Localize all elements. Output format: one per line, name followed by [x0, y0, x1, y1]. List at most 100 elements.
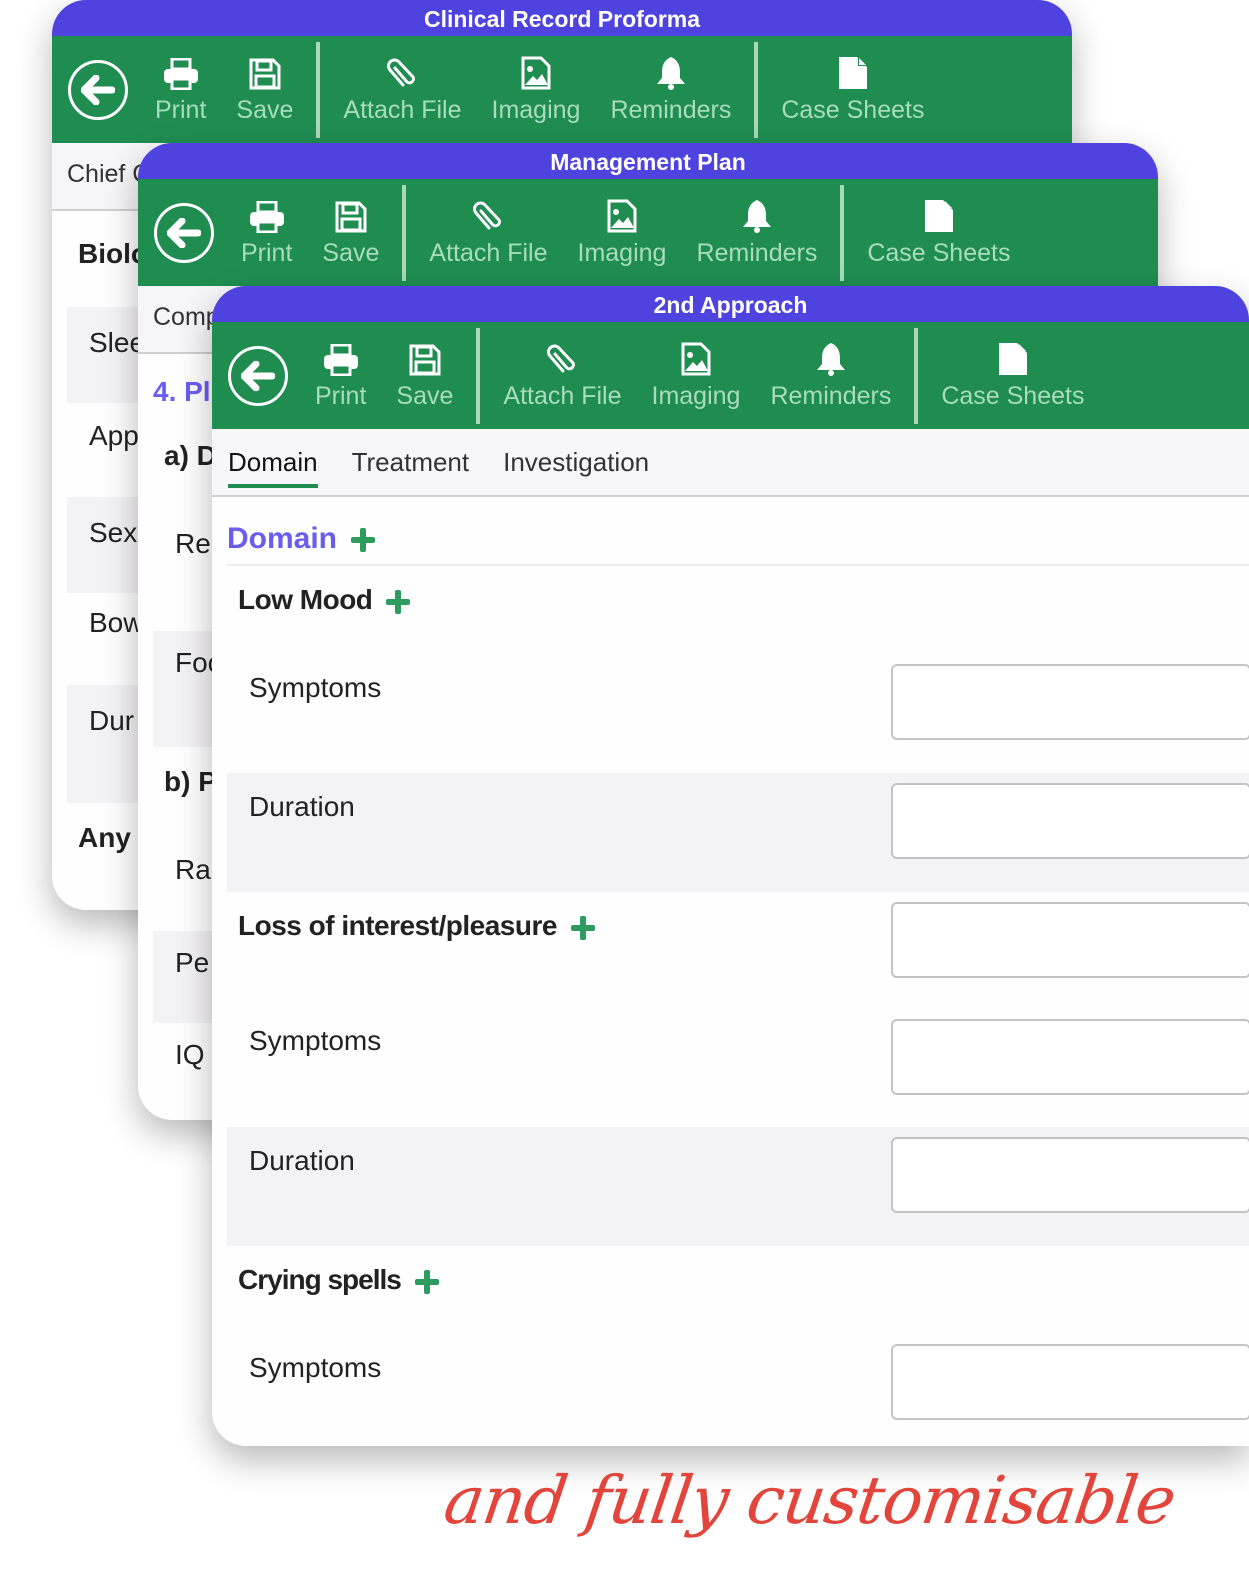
field-label: Symptoms: [249, 672, 382, 703]
back-button[interactable]: [228, 345, 288, 406]
save-label: Save: [322, 239, 380, 267]
case-sheets-button[interactable]: Case Sheets: [852, 197, 1025, 268]
arrow-left-icon: [81, 74, 115, 105]
imaging-button[interactable]: Imaging: [563, 197, 682, 268]
imaging-button[interactable]: Imaging: [637, 340, 756, 411]
imaging-label: Imaging: [577, 239, 667, 267]
reminders-label: Reminders: [770, 382, 892, 410]
print-label: Print: [155, 96, 207, 124]
imaging-label: Imaging: [651, 382, 741, 410]
field-label: Symptoms: [249, 1025, 382, 1056]
document-icon: [838, 57, 867, 89]
attach-file-button[interactable]: Attach File: [488, 340, 636, 411]
duration-input[interactable]: [891, 783, 1249, 859]
add-low-mood-button[interactable]: [386, 589, 411, 614]
symptoms-input[interactable]: [891, 664, 1249, 740]
toolbar: Print Save Attach File Imaging Reminders…: [52, 36, 1072, 143]
panel-2nd-approach: 2nd Approach Print Save Attach File Imag…: [212, 286, 1249, 1446]
print-button[interactable]: Print: [300, 340, 381, 411]
print-button[interactable]: Print: [226, 197, 307, 268]
symptoms-input[interactable]: [891, 1344, 1249, 1420]
arrow-left-icon: [167, 217, 201, 248]
tagline: and fully customisable: [439, 1462, 1180, 1539]
section-title: 4. Pl: [153, 376, 211, 407]
row-label: Dur: [67, 685, 147, 803]
toolbar-separator: [914, 327, 919, 424]
case-sheets-button[interactable]: Case Sheets: [926, 340, 1099, 411]
add-loss-of-interest-button[interactable]: [570, 915, 595, 940]
save-label: Save: [396, 382, 454, 410]
tab-investigation[interactable]: Investigation: [503, 447, 649, 478]
row-label: Ra: [175, 854, 211, 885]
toolbar-separator: [840, 184, 845, 281]
attach-file-button[interactable]: Attach File: [328, 54, 476, 125]
tab-treatment[interactable]: Treatment: [352, 447, 470, 478]
row-text: Pe: [175, 947, 210, 978]
printer-icon: [323, 344, 358, 376]
row-label: IQ: [175, 1039, 205, 1070]
field-label: Duration: [249, 791, 355, 822]
panel-title: 2nd Approach: [212, 286, 1249, 322]
save-button[interactable]: Save: [381, 340, 468, 411]
attach-file-button[interactable]: Attach File: [414, 197, 562, 268]
bell-icon: [656, 57, 685, 90]
row-text: Slee: [89, 327, 146, 358]
floppy-disk-icon: [409, 344, 441, 376]
toolbar-separator: [754, 41, 759, 138]
paperclip-icon: [473, 201, 502, 230]
group-title: Loss of interest/pleasure: [238, 910, 595, 942]
add-domain-button[interactable]: [351, 528, 376, 553]
print-button[interactable]: Print: [140, 54, 221, 125]
back-button[interactable]: [68, 59, 128, 120]
section-title-text: Domain: [227, 522, 338, 555]
toolbar-separator: [316, 41, 321, 138]
save-button[interactable]: Save: [307, 197, 394, 268]
row-text: Dur: [89, 705, 135, 736]
field-label: Duration: [249, 1145, 355, 1176]
tab-domain[interactable]: Domain: [228, 447, 318, 488]
row-label: a) D: [164, 440, 217, 471]
document-icon: [998, 343, 1027, 375]
symptoms-input[interactable]: [891, 1019, 1249, 1095]
add-crying-spells-button[interactable]: [414, 1269, 439, 1294]
panel-title: Management Plan: [138, 143, 1158, 179]
image-file-icon: [607, 199, 637, 233]
case-sheets-label: Case Sheets: [867, 239, 1011, 267]
attach-file-label: Attach File: [429, 239, 548, 267]
group-title: Crying spells: [238, 1264, 439, 1296]
paperclip-icon: [547, 344, 576, 373]
toolbar: Print Save Attach File Imaging Reminders…: [212, 322, 1249, 429]
case-sheets-label: Case Sheets: [941, 382, 1085, 410]
row-label: Slee: [67, 307, 147, 403]
save-button[interactable]: Save: [221, 54, 308, 125]
case-sheets-button[interactable]: Case Sheets: [766, 54, 939, 125]
paperclip-icon: [387, 58, 416, 87]
imaging-button[interactable]: Imaging: [477, 54, 596, 125]
floppy-disk-icon: [335, 201, 367, 233]
reminders-button[interactable]: Reminders: [595, 54, 746, 125]
reminders-button[interactable]: Reminders: [681, 197, 832, 268]
floppy-disk-icon: [249, 58, 281, 90]
back-button[interactable]: [154, 202, 214, 263]
loss-of-interest-input[interactable]: [891, 902, 1249, 978]
duration-input[interactable]: [891, 1137, 1249, 1213]
imaging-label: Imaging: [491, 96, 581, 124]
attach-file-label: Attach File: [343, 96, 462, 124]
print-label: Print: [315, 382, 367, 410]
bell-icon: [816, 343, 845, 376]
case-sheets-label: Case Sheets: [781, 96, 925, 124]
arrow-left-icon: [241, 360, 275, 391]
document-icon: [924, 200, 953, 232]
toolbar: Print Save Attach File Imaging Reminders…: [138, 179, 1158, 286]
reminders-label: Reminders: [610, 96, 732, 124]
bell-icon: [742, 200, 771, 233]
reminders-button[interactable]: Reminders: [755, 340, 906, 411]
toolbar-separator: [476, 327, 481, 424]
attach-file-label: Attach File: [503, 382, 622, 410]
field-label: Symptoms: [249, 1352, 382, 1383]
reminders-label: Reminders: [696, 239, 818, 267]
toolbar-separator: [402, 184, 407, 281]
section-title: Domain: [227, 522, 376, 556]
row-label: Bow: [89, 607, 144, 638]
divider: [227, 564, 1249, 566]
